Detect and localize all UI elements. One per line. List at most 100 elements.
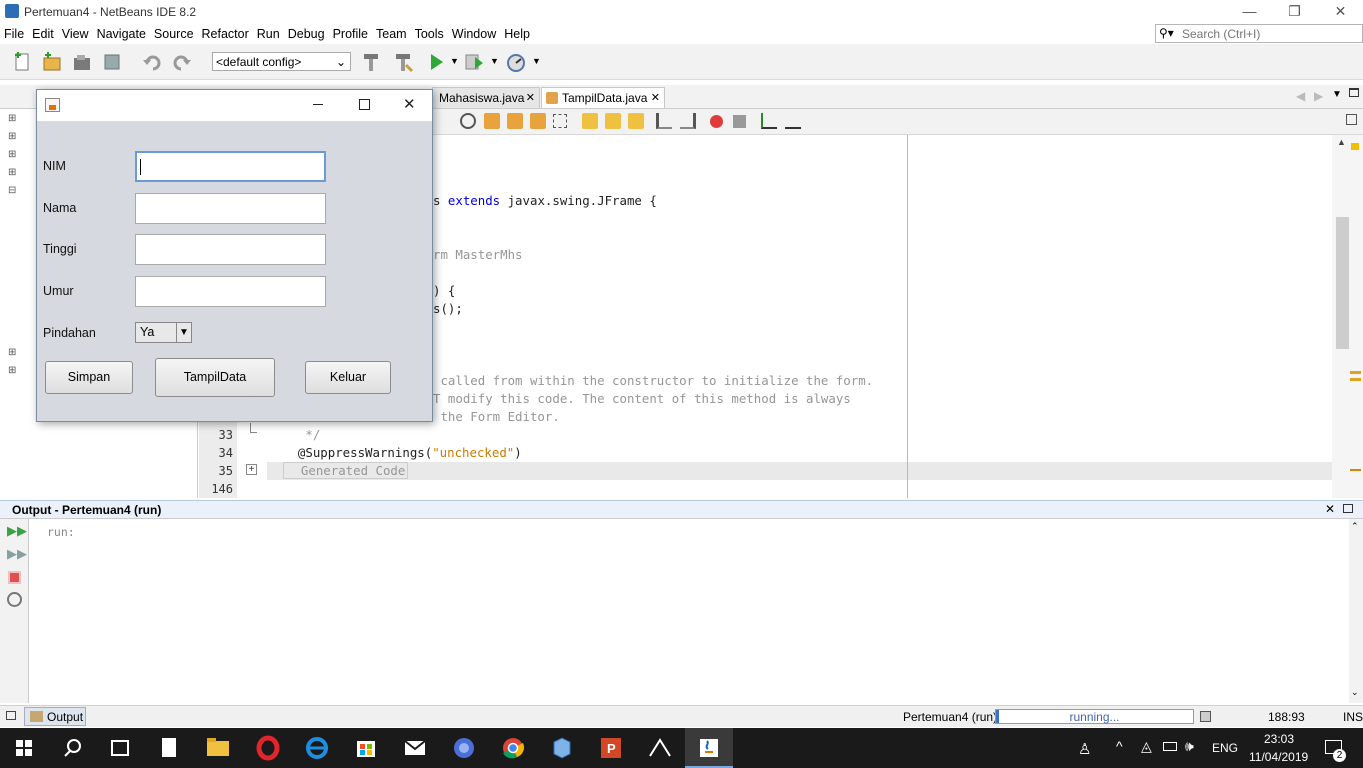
prev-bookmark-icon[interactable] xyxy=(582,113,598,129)
stop-icon[interactable] xyxy=(8,571,21,584)
output-console[interactable]: run: xyxy=(29,519,1349,703)
output-scrollbar[interactable]: ⌃ ⌄ xyxy=(1349,519,1363,703)
rerun-icon[interactable]: ▶▶ xyxy=(7,523,27,539)
comment-icon[interactable] xyxy=(761,113,777,129)
run-icon[interactable] xyxy=(425,51,447,73)
shift-left-icon[interactable] xyxy=(656,113,672,129)
umur-field[interactable] xyxy=(135,276,326,307)
config-select[interactable]: <default config> ⌄ xyxy=(212,52,351,71)
rerun-with-args-icon[interactable]: ▶▶ xyxy=(7,546,27,562)
network-icon[interactable]: ◬ xyxy=(1141,738,1152,755)
show-hidden-icons-icon[interactable]: ^ xyxy=(1116,738,1123,754)
find-icon[interactable] xyxy=(460,113,476,129)
tree-expander-icon[interactable]: ⊞ xyxy=(8,149,16,160)
tab-mahasiswa[interactable]: Mahasiswa.java ✕ xyxy=(432,87,540,108)
vs-code-tool-icon[interactable] xyxy=(636,728,684,768)
people-icon[interactable]: ♙ xyxy=(1078,740,1091,758)
build-hammer-icon[interactable] xyxy=(360,51,382,73)
menu-team[interactable]: Team xyxy=(372,24,411,41)
next-bookmark-icon[interactable] xyxy=(605,113,621,129)
scroll-tabs-right-icon[interactable]: ▶ xyxy=(1314,89,1323,103)
menu-help[interactable]: Help xyxy=(500,24,534,41)
task-view-icon[interactable] xyxy=(96,728,144,768)
menu-tools[interactable]: Tools xyxy=(411,24,448,41)
folded-code-box[interactable]: Generated Code xyxy=(283,462,409,479)
menu-navigate[interactable]: Navigate xyxy=(93,24,150,41)
search-box[interactable]: ⚲▾ xyxy=(1155,24,1363,43)
powerpoint-icon[interactable]: P xyxy=(587,728,635,768)
new-project-icon[interactable] xyxy=(41,51,63,73)
toggle-highlight-icon[interactable] xyxy=(530,113,546,129)
save-all-icon[interactable] xyxy=(101,51,123,73)
chrome-icon[interactable] xyxy=(489,728,537,768)
restore-button[interactable]: ❐ xyxy=(1272,0,1317,22)
tree-expander-icon[interactable]: ⊞ xyxy=(8,167,16,178)
start-windows-icon[interactable] xyxy=(0,728,48,768)
browser-icon[interactable] xyxy=(440,728,488,768)
virtualbox-icon[interactable] xyxy=(538,728,586,768)
tree-expander-icon[interactable]: ⊞ xyxy=(8,113,16,124)
mail-icon[interactable] xyxy=(391,728,439,768)
dialog-maximize-button[interactable] xyxy=(359,99,370,110)
simpan-button[interactable]: Simpan xyxy=(45,361,133,394)
restore-output-icon[interactable] xyxy=(1343,504,1353,513)
tab-tampildata[interactable]: TampilData.java ✕ xyxy=(541,87,665,108)
toggle-bookmark-icon[interactable] xyxy=(628,113,644,129)
tab-list-dropdown-icon[interactable]: ▼ xyxy=(1332,89,1342,100)
new-file-icon[interactable] xyxy=(11,51,33,73)
prev-occurrence-icon[interactable] xyxy=(484,113,500,129)
dialog-minimize-button[interactable] xyxy=(313,104,323,105)
opera-icon[interactable] xyxy=(244,728,292,768)
notepad-icon[interactable] xyxy=(145,728,193,768)
tinggi-field[interactable] xyxy=(135,234,326,265)
split-editor-icon[interactable] xyxy=(1346,114,1357,125)
stop-macro-icon[interactable] xyxy=(733,115,746,128)
run-dropdown-icon[interactable]: ▼ xyxy=(450,56,459,66)
keluar-button[interactable]: Keluar xyxy=(305,361,391,394)
scroll-down-icon[interactable]: ⌄ xyxy=(1351,687,1359,698)
scroll-tabs-left-icon[interactable]: ◀ xyxy=(1296,89,1305,103)
undo-icon[interactable] xyxy=(141,51,163,73)
tree-expander-icon[interactable]: ⊟ xyxy=(8,185,16,196)
maximize-editor-icon[interactable] xyxy=(1349,88,1359,97)
uncomment-icon[interactable] xyxy=(785,113,801,129)
chevron-down-icon[interactable]: ▼ xyxy=(176,323,191,342)
close-output-icon[interactable]: ✕ xyxy=(1325,502,1335,516)
nama-field[interactable] xyxy=(135,193,326,224)
minimize-panel-icon[interactable] xyxy=(6,711,16,720)
rect-select-icon[interactable] xyxy=(553,114,567,128)
scroll-up-icon[interactable]: ⌃ xyxy=(1351,521,1359,532)
clean-build-icon[interactable] xyxy=(392,51,414,73)
menu-run[interactable]: Run xyxy=(253,24,284,41)
close-icon[interactable]: ✕ xyxy=(651,91,660,104)
minimize-button[interactable]: — xyxy=(1227,0,1272,22)
debug-icon[interactable] xyxy=(463,51,485,73)
java-taskbar-icon[interactable] xyxy=(685,728,733,768)
file-explorer-icon[interactable] xyxy=(194,728,242,768)
language-indicator[interactable]: ENG xyxy=(1212,741,1238,755)
search-taskbar-icon[interactable] xyxy=(48,728,96,768)
dialog-close-button[interactable]: ✕ xyxy=(403,95,416,113)
menu-view[interactable]: View xyxy=(58,24,93,41)
menu-file[interactable]: File xyxy=(0,24,28,41)
volume-icon[interactable]: 🕪 xyxy=(1185,738,1194,755)
clock-time[interactable]: 23:03 xyxy=(1264,732,1294,746)
tree-expander-icon[interactable]: ⊞ xyxy=(8,131,16,142)
cancel-task-icon[interactable] xyxy=(1200,711,1211,722)
search-input[interactable] xyxy=(1182,26,1360,41)
store-icon[interactable] xyxy=(342,728,390,768)
shift-right-icon[interactable] xyxy=(680,113,696,129)
open-project-icon[interactable] xyxy=(71,51,93,73)
menu-profile[interactable]: Profile xyxy=(329,24,372,41)
editor-scrollbar[interactable]: ▲ xyxy=(1332,135,1363,498)
profile-dropdown-icon[interactable]: ▼ xyxy=(532,56,541,66)
menu-edit[interactable]: Edit xyxy=(28,24,58,41)
clock-date[interactable]: 11/04/2019 xyxy=(1249,750,1308,764)
next-occurrence-icon[interactable] xyxy=(507,113,523,129)
start-macro-icon[interactable] xyxy=(710,115,723,128)
tampildata-button[interactable]: TampilData xyxy=(155,358,275,397)
close-button[interactable]: ✕ xyxy=(1318,0,1363,22)
debug-dropdown-icon[interactable]: ▼ xyxy=(490,56,499,66)
nim-field[interactable] xyxy=(135,151,326,182)
expand-fold-icon[interactable]: + xyxy=(246,464,257,475)
